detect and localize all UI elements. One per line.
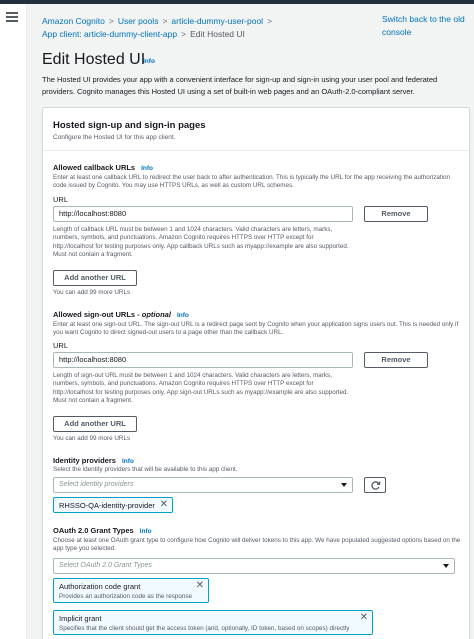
panel-divider [43,150,469,151]
panel-subtitle: Configure the Hosted UI for this app cli… [53,134,176,141]
chevron-right-icon: > [162,16,168,26]
callback-urls-label: Allowed callback URLs Info [53,163,153,172]
panel-title: Hosted sign-up and sign-in pages [53,120,206,131]
oauth-token-desc: Provides an authorization code as the re… [59,593,193,600]
callback-constraint-text: Length of callback URL must be between 1… [53,226,349,258]
oauth-grant-types-select[interactable]: Select OAuth 2.0 Grant Types [53,558,455,574]
chevron-right-icon: > [181,29,187,39]
oauth-token-authorization-code: Authorization code grant Provides an aut… [53,578,209,603]
identity-info-link[interactable]: Info [122,458,134,465]
switch-old-console-link[interactable]: Switch back to the old console [382,13,472,38]
oauth-token-label: Authorization code grant [59,582,141,591]
refresh-button[interactable] [364,477,386,493]
identity-help-text: Select the identity providers that will … [53,466,238,473]
caret-down-icon [341,483,347,487]
callback-add-url-button[interactable]: Add another URL [53,270,137,286]
breadcrumb-app-client[interactable]: App client: article-dummy-client-app [42,29,177,39]
signout-urls-label: Allowed sign-out URLs - optional Info [53,310,189,319]
oauth-token-label: Implicit grant [59,614,102,623]
breadcrumb-amazon-cognito[interactable]: Amazon Cognito [42,16,105,26]
callback-urls-label-text: Allowed callback URLs [53,163,136,172]
identity-provider-token: RHSSO-QA-identity-provider ✕ [53,497,173,513]
identity-providers-label-text: Identity providers [53,456,116,465]
page-title: Edit Hosted UI [42,51,146,68]
caret-down-icon [443,564,449,568]
signout-constraint-text: Length of sign-out URL must be between 1… [53,372,349,404]
breadcrumb: Amazon Cognito > User pools > article-dummy-… [42,15,372,41]
callback-remove-button[interactable]: Remove [364,206,428,222]
breadcrumb-user-pool[interactable]: article-dummy-user-pool [171,16,263,26]
signout-url-input[interactable]: http://localhost:8080 [53,352,353,368]
page-description: The Hosted UI provides your app with a c… [42,75,438,96]
identity-token-label: RHSSO-QA-identity-provider [59,501,155,510]
refresh-icon [371,481,381,490]
panel-header: Hosted sign-up and sign-in pages Configu… [53,120,206,141]
hamburger-menu-icon[interactable] [6,12,18,22]
callback-help-text: Enter at least one callback URL to redir… [53,174,451,190]
signout-remaining-text: You can add 99 more URLs [53,435,131,442]
callback-info-link[interactable]: Info [141,165,153,172]
signout-help-text: Enter at least one sign-out URL. The sig… [53,321,459,337]
signout-optional-text: optional [141,310,171,319]
callback-remaining-text: You can add 99 more URLs [53,289,131,296]
side-navigation-rail [0,4,27,639]
close-icon[interactable]: ✕ [160,500,168,510]
oauth-info-link[interactable]: Info [140,528,152,535]
identity-providers-select[interactable]: Select identity providers [53,477,353,493]
oauth-grant-types-label: OAuth 2.0 Grant Types Info [53,526,152,535]
chevron-right-icon: > [108,16,114,26]
oauth-token-desc: Specifies that the client should get the… [59,625,350,632]
page-info-link[interactable]: Info [143,58,155,65]
oauth-label-text: OAuth 2.0 Grant Types [53,526,134,535]
chevron-right-icon: > [267,16,273,26]
identity-providers-label: Identity providers Info [53,456,134,465]
signout-info-link[interactable]: Info [177,312,189,319]
hosted-ui-panel: Hosted sign-up and sign-in pages Configu… [42,107,470,639]
signout-add-url-button[interactable]: Add another URL [53,416,137,432]
close-icon[interactable]: ✕ [196,581,204,591]
close-icon[interactable]: ✕ [360,613,368,623]
oauth-select-placeholder: Select OAuth 2.0 Grant Types [59,562,152,569]
oauth-help-text: Choose at least one OAuth grant type to … [53,537,461,553]
main-content: Amazon Cognito > User pools > article-dummy-… [27,4,474,639]
signout-remove-button[interactable]: Remove [364,352,428,368]
callback-url-input[interactable]: http://localhost:8080 [53,206,353,222]
breadcrumb-user-pools[interactable]: User pools [118,16,159,26]
callback-url-label: URL [53,195,69,204]
signout-url-label: URL [53,341,69,350]
identity-select-placeholder: Select identity providers [59,481,134,488]
breadcrumb-current: Edit Hosted UI [190,29,245,39]
signout-urls-label-text: Allowed sign-out URLs - [53,310,140,319]
oauth-token-implicit: Implicit grant Specifies that the client… [53,610,373,635]
